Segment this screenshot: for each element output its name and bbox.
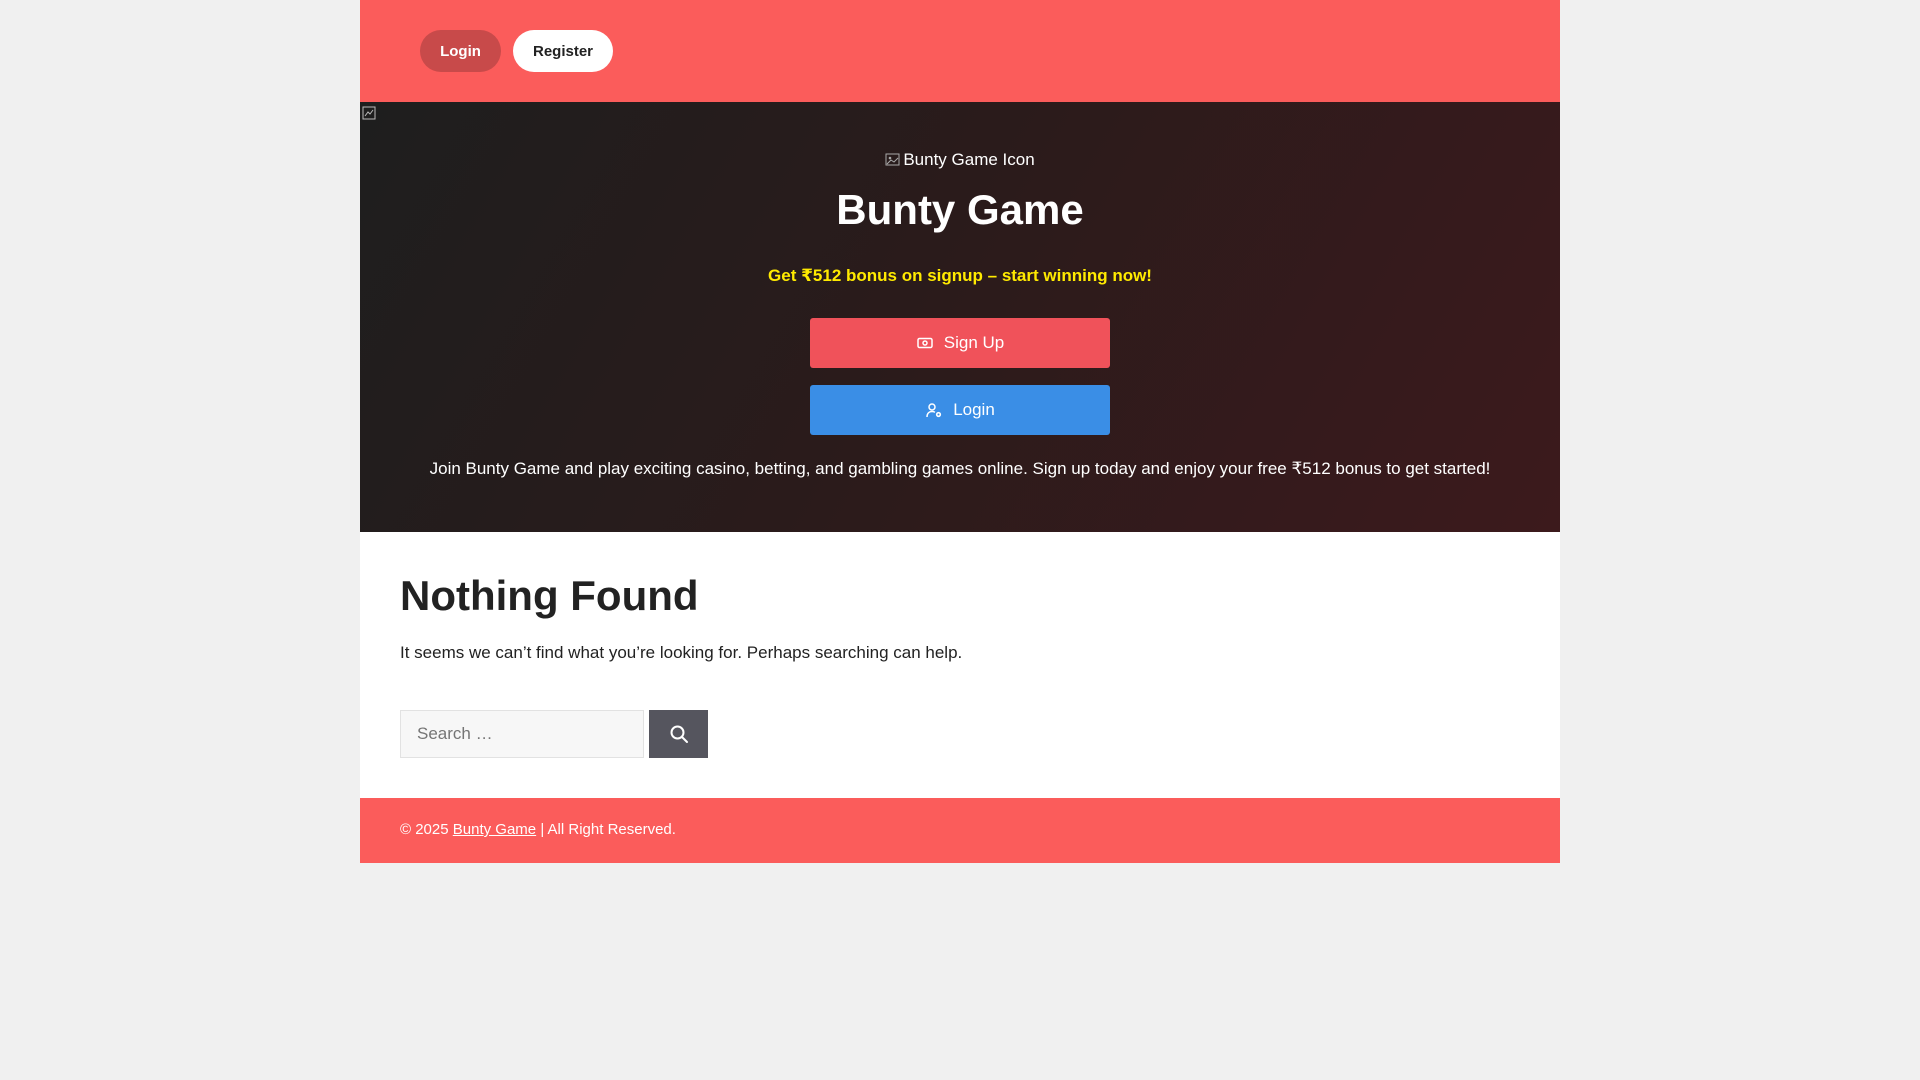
page-container: Login Register Bunty Game Icon Bunty Gam… — [360, 0, 1560, 863]
footer-copyright: © 2025 Bunty Game | All Right Reserved. — [400, 821, 676, 838]
game-icon-image: Bunty Game Icon — [360, 150, 1560, 173]
copyright-prefix: © 2025 — [400, 821, 449, 838]
signup-button-label: Sign Up — [943, 333, 1005, 352]
search-button[interactable] — [649, 710, 708, 758]
footer-site-link[interactable]: Bunty Game — [453, 821, 536, 838]
search-input[interactable] — [400, 710, 644, 758]
rights-text: | All Right Reserved. — [540, 821, 676, 838]
cash-icon — [917, 337, 933, 349]
user-settings-icon — [926, 403, 942, 418]
header-register-button[interactable]: Register — [513, 30, 613, 72]
site-footer: © 2025 Bunty Game | All Right Reserved. — [360, 798, 1560, 863]
game-icon-alt-text: Bunty Game Icon — [903, 150, 1035, 169]
broken-image-icon — [885, 153, 900, 166]
hero-banner: Bunty Game Icon Bunty Game Get ₹512 bonu… — [360, 102, 1560, 532]
signup-button[interactable]: Sign Up — [810, 318, 1110, 368]
bonus-text: Get ₹512 bonus on signup – start winning… — [768, 266, 1152, 285]
login-button-label: Login — [953, 400, 995, 419]
broken-image-icon — [362, 106, 376, 120]
login-button[interactable]: Login — [810, 385, 1110, 435]
not-found-message: It seems we can’t find what you’re looki… — [400, 643, 963, 662]
hero-title: Bunty Game — [836, 186, 1084, 233]
search-icon — [670, 725, 688, 743]
main-content: Nothing Found It seems we can’t find wha… — [360, 532, 1560, 798]
hero-description: Join Bunty Game and play exciting casino… — [429, 459, 1491, 478]
top-header: Login Register — [360, 0, 1560, 102]
header-login-button[interactable]: Login — [420, 30, 501, 72]
page-title: Nothing Found — [400, 572, 699, 619]
